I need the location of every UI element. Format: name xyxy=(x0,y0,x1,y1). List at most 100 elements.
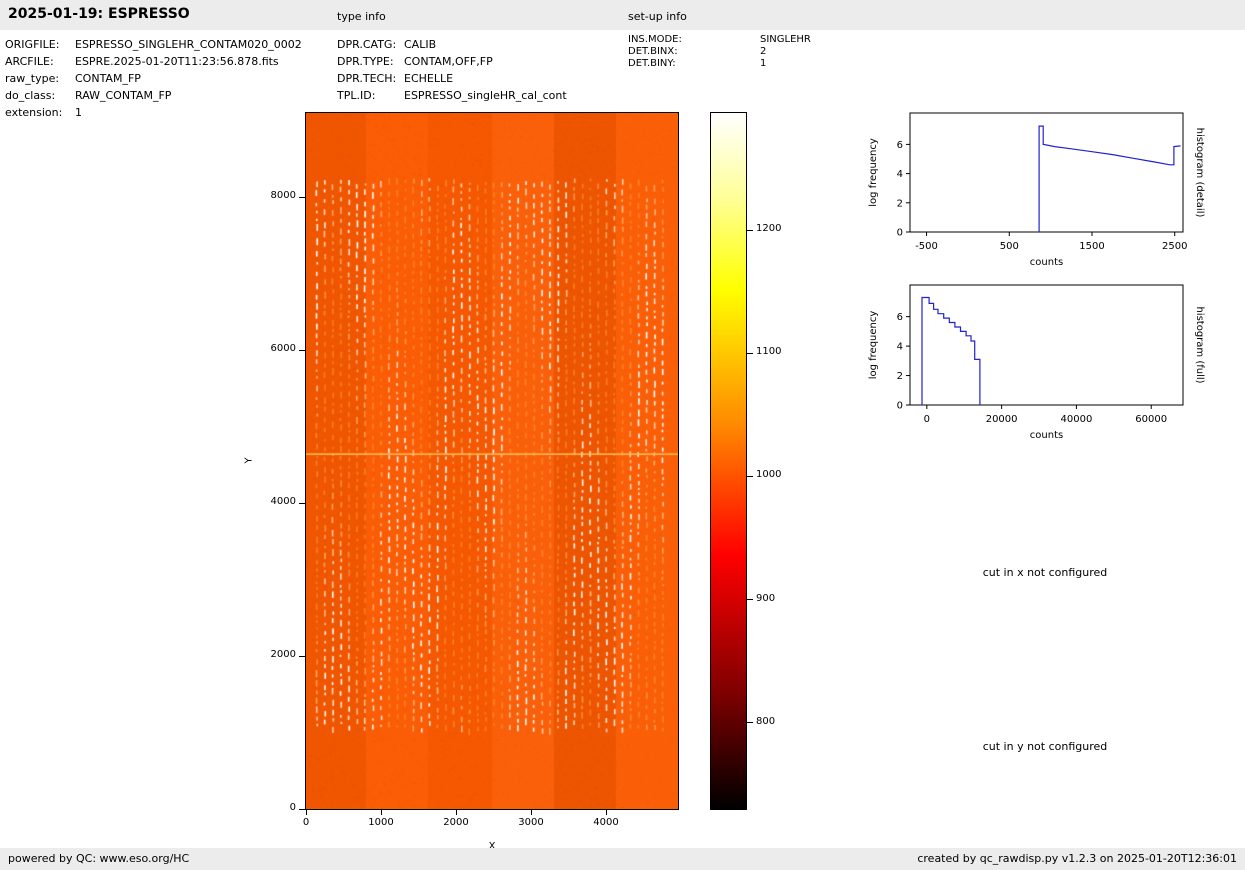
x-tick xyxy=(606,809,607,815)
meta-row-dprcatg: DPR.CATG: CALIB xyxy=(337,36,627,53)
header-bar: 2025-01-19: ESPRESSO type info set-up in… xyxy=(0,0,1245,30)
colorbar-tick xyxy=(747,722,753,723)
x-tick-label: 0 xyxy=(286,817,326,828)
meta-row-rawtype: raw_type: CONTAM_FP xyxy=(5,70,337,87)
meta-row-dprtype: DPR.TYPE: CONTAM,OFF,FP xyxy=(337,53,627,70)
cut-x-message: cut in x not configured xyxy=(915,566,1175,579)
setup-info-block: INS.MODE: SINGLEHR DET.BINX: 2 DET.BINY:… xyxy=(628,33,878,69)
meta-value: CONTAM_FP xyxy=(75,72,141,85)
x-tick-label: 60000 xyxy=(1135,414,1167,425)
meta-row-detbinx: DET.BINX: 2 xyxy=(628,45,878,57)
meta-value: SINGLEHR xyxy=(760,34,811,45)
page-title: 2025-01-19: ESPRESSO xyxy=(8,6,190,22)
meta-value: ESPRE.2025-01-20T11:23:56.878.fits xyxy=(75,55,279,68)
meta-label: do_class: xyxy=(5,89,75,102)
x-axis-label: counts xyxy=(1030,430,1063,441)
y-tick-label: 4 xyxy=(897,169,903,180)
meta-value: CALIB xyxy=(404,38,436,51)
y-tick xyxy=(299,809,305,810)
histogram-line xyxy=(922,298,980,406)
meta-value: 1 xyxy=(760,58,766,69)
meta-value: CONTAM,OFF,FP xyxy=(404,55,493,68)
x-tick-label: 3000 xyxy=(511,817,551,828)
y-tick-label: 6 xyxy=(897,140,903,151)
y-tick-label: 6 xyxy=(897,312,903,323)
colorbar-tick-label: 1200 xyxy=(756,223,796,234)
y-tick-label: 2 xyxy=(897,198,903,209)
y-tick-label: 2000 xyxy=(246,649,296,660)
meta-row-dprtech: DPR.TECH: ECHELLE xyxy=(337,70,627,87)
meta-label: DPR.TECH: xyxy=(337,72,404,85)
right-side-title: histogram (full) xyxy=(1194,306,1205,383)
meta-value: RAW_CONTAM_FP xyxy=(75,89,171,102)
histogram-full-chart: 0 20000 40000 60000 0 2 4 6 counts log frequency h… xyxy=(850,279,1215,454)
y-tick-label: 4 xyxy=(897,342,903,353)
x-tick-label: 4000 xyxy=(586,817,626,828)
raw-image-plot: 0 2000 4000 6000 8000 0 1000 2000 3000 4000 X Y xyxy=(305,112,679,810)
meta-row-origfile: ORIGFILE: ESPRESSO_SINGLEHR_CONTAM020_00… xyxy=(5,36,337,53)
x-tick-label: 20000 xyxy=(986,414,1018,425)
x-axis-label: counts xyxy=(1030,257,1063,268)
y-axis-label: log frequency xyxy=(868,311,879,380)
colorbar-tick xyxy=(747,476,753,477)
colorbar-tick-label: 1100 xyxy=(756,346,796,357)
plot-border xyxy=(910,113,1183,232)
raw-image-canvas xyxy=(306,113,678,809)
y-axis-label: log frequency xyxy=(868,138,879,207)
meta-row-arcfile: ARCFILE: ESPRE.2025-01-20T11:23:56.878.f… xyxy=(5,53,337,70)
meta-value: 1 xyxy=(75,106,82,119)
x-tick-label: 0 xyxy=(924,414,930,425)
meta-label: DET.BINX: xyxy=(628,46,760,57)
meta-value: ESPRESSO_SINGLEHR_CONTAM020_0002 xyxy=(75,38,302,51)
x-tick xyxy=(306,809,307,815)
type-info-block: DPR.CATG: CALIB DPR.TYPE: CONTAM,OFF,FP … xyxy=(337,36,627,104)
y-tick xyxy=(299,197,305,198)
colorbar-tick xyxy=(747,230,753,231)
colorbar: 1200 1100 1000 900 800 xyxy=(710,112,747,810)
colorbar-tick xyxy=(747,353,753,354)
y-tick-label: 0 xyxy=(897,401,903,412)
x-tick xyxy=(456,809,457,815)
y-tick xyxy=(299,350,305,351)
x-tick-label: 40000 xyxy=(1061,414,1093,425)
meta-row-tplid: TPL.ID: ESPRESSO_singleHR_cal_cont xyxy=(337,87,627,104)
y-tick-label: 4000 xyxy=(246,496,296,507)
x-tick-label: 500 xyxy=(1000,241,1019,252)
y-tick-label: 6000 xyxy=(246,343,296,354)
meta-label: ORIGFILE: xyxy=(5,38,75,51)
x-tick-label: 1000 xyxy=(361,817,401,828)
x-tick-label: -500 xyxy=(915,241,938,252)
colorbar-tick-label: 1000 xyxy=(756,469,796,480)
meta-label: TPL.ID: xyxy=(337,89,404,102)
file-metadata-block: ORIGFILE: ESPRESSO_SINGLEHR_CONTAM020_00… xyxy=(5,36,337,121)
meta-row-insmode: INS.MODE: SINGLEHR xyxy=(628,33,878,45)
x-tick xyxy=(381,809,382,815)
x-tick-label: 2000 xyxy=(436,817,476,828)
x-tick-label: 1500 xyxy=(1079,241,1104,252)
meta-value: ESPRESSO_singleHR_cal_cont xyxy=(404,89,567,102)
y-tick-label: 2 xyxy=(897,371,903,382)
meta-label: DPR.TYPE: xyxy=(337,55,404,68)
colorbar-tick xyxy=(747,599,753,600)
footer-bar: powered by QC: www.eso.org/HC created by… xyxy=(0,848,1245,870)
y-tick-label: 0 xyxy=(897,228,903,239)
y-tick-label: 0 xyxy=(246,802,296,813)
colorbar-tick-label: 800 xyxy=(756,716,796,727)
histogram-detail-chart: -500 500 1500 2500 0 2 4 6 counts log frequency hi… xyxy=(850,107,1215,282)
meta-label: DPR.CATG: xyxy=(337,38,404,51)
y-tick xyxy=(299,503,305,504)
right-side-title: histogram (detail) xyxy=(1194,128,1205,218)
y-tick-label: 8000 xyxy=(246,190,296,201)
histogram-line xyxy=(1039,126,1180,232)
y-tick xyxy=(299,656,305,657)
meta-value: ECHELLE xyxy=(404,72,453,85)
qc-report-page: 2025-01-19: ESPRESSO type info set-up in… xyxy=(0,0,1245,870)
meta-value: 2 xyxy=(760,46,766,57)
x-tick-label: 2500 xyxy=(1162,241,1187,252)
meta-row-doclass: do_class: RAW_CONTAM_FP xyxy=(5,87,337,104)
meta-row-detbiny: DET.BINY: 1 xyxy=(628,57,878,69)
meta-label: ARCFILE: xyxy=(5,55,75,68)
meta-label: extension: xyxy=(5,106,75,119)
footer-left-text: powered by QC: www.eso.org/HC xyxy=(8,852,189,865)
plot-border xyxy=(910,285,1183,405)
